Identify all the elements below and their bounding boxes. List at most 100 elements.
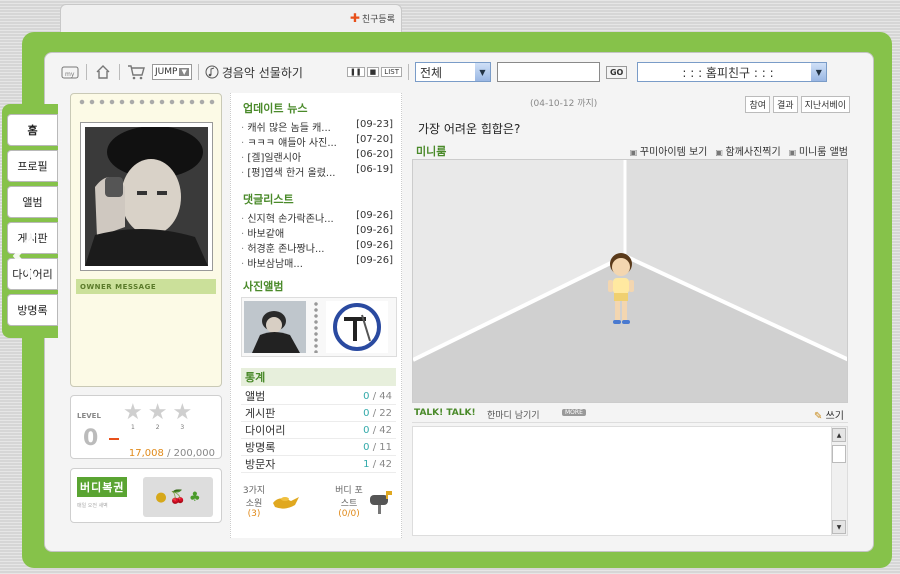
music-controls: ❚❚ ■ LIST (346, 67, 402, 77)
photo-album-preview (241, 297, 397, 357)
buddy-post-count: (0/0) (338, 508, 360, 519)
back-arrow-icon[interactable] (12, 232, 38, 280)
go-button[interactable]: GO (605, 65, 628, 79)
toolbar-divider (86, 64, 87, 80)
list-item[interactable]: ㅋㅋㅋ 얘들아 사진... [07-20] (241, 134, 393, 149)
main-column: (04-10-12 까지) 참여 결과 지난서베이 가장 어려운 힙합은? 미니… (410, 93, 850, 538)
album-spiral (312, 301, 320, 353)
scrollbar[interactable]: ▲ ▼ (831, 427, 847, 535)
scroll-down-icon[interactable]: ▼ (832, 520, 846, 534)
scroll-up-icon[interactable]: ▲ (832, 428, 846, 442)
profile-photo-image (85, 127, 208, 266)
search-input[interactable] (496, 62, 600, 82)
three-wishes-link[interactable]: 3가지 소원 (3) (241, 473, 303, 528)
friend-register-link[interactable]: ✚ 친구등록 (350, 11, 395, 25)
stop-button[interactable]: ■ (366, 67, 380, 77)
pause-button[interactable]: ❚❚ (346, 67, 365, 77)
comment-list: 신지혁 손가락존나... [09-26] 바보같애 [09-26] 허경훈 존나짱나… (241, 210, 393, 270)
tab-guestbook[interactable]: 방명록 (7, 294, 58, 326)
stats-title: 통계 (241, 368, 396, 386)
tab-home[interactable]: 홈 (7, 114, 58, 146)
album-photo-2[interactable] (326, 301, 388, 353)
chevron-down-icon: ▼ (811, 63, 827, 81)
comment-date: [09-26] (356, 255, 393, 266)
home-icon[interactable] (93, 63, 113, 81)
buddy-lottery-button[interactable]: 버디복권 (77, 477, 128, 497)
update-news-list: 캐쉬 많은 놈들 캐... [09-23] ㅋㅋㅋ 얘들아 사진... [07-20… (241, 119, 393, 179)
list-item[interactable]: 바보같애 [09-26] (241, 225, 393, 240)
list-item[interactable]: 바보삼남매... [09-26] (241, 255, 393, 270)
toolbar-divider (197, 64, 199, 80)
tab-album[interactable]: 앨범 (7, 186, 58, 218)
poll-result-button[interactable]: 결과 (773, 96, 798, 113)
list-item[interactable]: 허경훈 존나짱나... [09-26] (241, 240, 393, 255)
profile-photo[interactable] (80, 122, 213, 271)
table-row[interactable]: 다이어리 0 / 42 (241, 422, 396, 439)
toolbar: my JUMP ▼ 경음악 선물하기 ❚❚ ■ LIST 전체 ▼ GO : :… (60, 58, 860, 86)
table-row[interactable]: 게시판 0 / 22 (241, 405, 396, 422)
owner-message-text: OWNER MESSAGE (80, 282, 157, 291)
table-row[interactable]: 방명록 0 / 11 (241, 439, 396, 456)
list-item[interactable]: 캐쉬 많은 놈들 캐... [09-23] (241, 119, 393, 134)
star-icon: ★ (123, 400, 143, 425)
poll-past-button[interactable]: 지난서베이 (800, 96, 850, 113)
miniroom-links: 꾸미아이템 보기 함께사진찍기 미니룸 앨범 (630, 143, 848, 158)
list-item[interactable]: [평]엽색 한거 올렸... [06-19] (241, 164, 393, 179)
mailbox-icon (370, 490, 392, 514)
comment-date: [09-26] (356, 240, 393, 251)
list-item[interactable]: [겔]일랜시아 [06-20] (241, 149, 393, 164)
stat-total: / 22 (369, 407, 392, 419)
wish-post-panel: 3가지 소원 (3) 버디 포스트 (0/0) (241, 473, 396, 528)
cart-icon[interactable] (126, 63, 146, 81)
talk-bar: TALK! TALK! 한마디 남기기 MORE ✎ 쓰기 (412, 407, 848, 423)
profile-notebook: OWNER MESSAGE (70, 93, 222, 387)
poll-question: 가장 어려운 힙합은? (418, 122, 521, 136)
news-date: [07-20] (356, 134, 393, 145)
star-3: ★ 3 (172, 402, 192, 432)
album-photo-1[interactable] (244, 301, 306, 353)
music-note-icon (205, 65, 219, 79)
news-column: 업데이트 뉴스 캐쉬 많은 놈들 캐... [09-23] ㅋㅋㅋ 얘들아 사진.… (230, 93, 402, 538)
list-item[interactable]: 신지혁 손가락존나... [09-26] (241, 210, 393, 225)
miniroom-scene[interactable] (412, 159, 848, 403)
news-date: [09-23] (356, 119, 393, 130)
star-number: 3 (180, 424, 185, 431)
star-1: ★ 1 (123, 400, 143, 432)
talk-message-area[interactable]: ▲ ▼ (412, 426, 848, 536)
news-date: [06-20] (356, 149, 393, 160)
lottery-items[interactable]: ● 🍒 ♣ (143, 477, 213, 517)
poll-date-range: (04-10-12 까지) (530, 99, 598, 109)
comment-text: 허경훈 존나짱나... (241, 240, 349, 255)
miniroom-album-link[interactable]: 미니룸 앨범 (789, 143, 848, 158)
scroll-thumb[interactable] (832, 445, 846, 463)
table-row[interactable]: 앨범 0 / 44 (241, 388, 396, 405)
points-current: 17,008 (128, 448, 164, 459)
wishes-label: 3가지 소원 (242, 485, 266, 509)
talk-write-label: 쓰기 (825, 411, 844, 422)
group-photo-link[interactable]: 함께사진찍기 (715, 143, 781, 158)
toolbar-divider (119, 64, 120, 80)
magic-lamp-icon (273, 496, 299, 509)
tab-profile[interactable]: 프로필 (7, 150, 58, 182)
photo-album-title: 사진앨범 (243, 280, 284, 293)
jump-select[interactable]: JUMP ▼ (152, 64, 192, 80)
table-row[interactable]: 방문자 1 / 42 (241, 456, 396, 473)
friends-select[interactable]: : : : 홈피친구 : : : ▼ (637, 62, 828, 82)
buddy-lottery-box: 버디복권 매일 오전 새벽 ● 🍒 ♣ (70, 468, 222, 523)
plus-icon: ✚ (349, 11, 360, 25)
buddy-post-link[interactable]: 버디 포스트 (0/0) (334, 473, 396, 528)
my-icon[interactable]: my (60, 63, 80, 81)
news-date: [06-19] (356, 164, 393, 175)
level-points: 17,008 / 200,000 (129, 448, 215, 459)
level-progress-bar (109, 438, 119, 440)
talk-more-button[interactable]: MORE (562, 409, 586, 416)
decorate-items-link[interactable]: 꾸미아이템 보기 (630, 143, 708, 158)
poll-vote-button[interactable]: 참여 (745, 96, 771, 113)
talk-write-button[interactable]: ✎ 쓰기 (814, 407, 844, 422)
level-box: LEVEL 0 ★ 1 ★ 2 ★ 3 17,008 / 200,000 (70, 395, 222, 459)
music-gift-link[interactable]: 경음악 선물하기 (205, 64, 303, 81)
stat-label: 게시판 (245, 407, 276, 420)
comment-date: [09-26] (356, 225, 393, 236)
music-list-button[interactable]: LIST (381, 67, 402, 77)
category-select[interactable]: 전체 ▼ (414, 62, 491, 82)
